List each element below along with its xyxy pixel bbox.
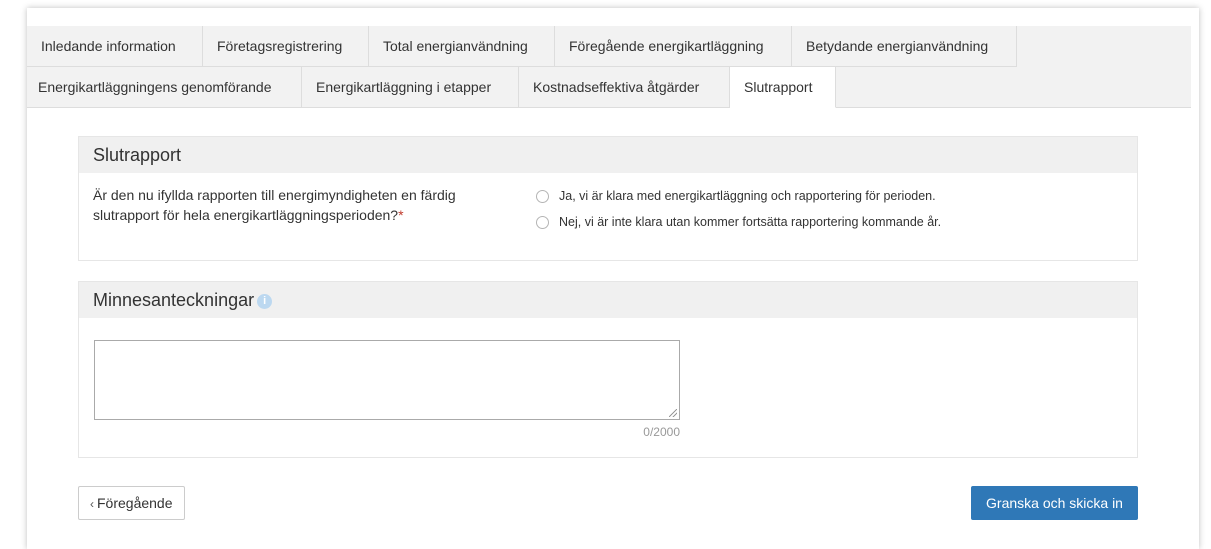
notes-panel: Minnesanteckningar i 0/2000: [78, 281, 1138, 458]
slutrapport-heading: Slutrapport: [79, 137, 1137, 173]
radio-nej[interactable]: [536, 215, 549, 229]
option-nej-label[interactable]: Nej, vi är inte klara utan kommer fortsä…: [559, 215, 941, 229]
previous-button[interactable]: ‹ Föregående: [78, 486, 185, 520]
required-marker: *: [398, 207, 404, 223]
tab-inledande-information[interactable]: Inledande information: [27, 26, 203, 67]
option-nej[interactable]: Nej, vi är inte klara utan kommer fortsä…: [536, 211, 941, 233]
chevron-left-icon: ‹: [90, 497, 94, 511]
slutrapport-question: Är den nu ifyllda rapporten till energim…: [93, 185, 513, 225]
tab-betydande-energianvandning[interactable]: Betydande energianvändning: [792, 26, 1017, 67]
notes-textarea[interactable]: [94, 340, 680, 420]
notes-char-counter: 0/2000: [643, 425, 680, 439]
notes-heading: Minnesanteckningar: [93, 290, 255, 310]
tab-foregaende-energikartlaggning[interactable]: Föregående energikartläggning: [555, 26, 792, 67]
slutrapport-panel: Slutrapport Är den nu ifyllda rapporten …: [78, 136, 1138, 261]
info-icon[interactable]: i: [257, 293, 273, 309]
option-ja[interactable]: Ja, vi är klara med energikartläggning o…: [536, 185, 941, 207]
notes-heading-row: Minnesanteckningar i: [79, 282, 1137, 318]
radio-ja[interactable]: [536, 189, 549, 203]
option-ja-label[interactable]: Ja, vi är klara med energikartläggning o…: [559, 189, 936, 203]
tab-energikartlaggning-i-etapper[interactable]: Energikartläggning i etapper: [302, 67, 519, 108]
tab-row-2: Energikartläggningens genomförande Energ…: [27, 67, 836, 108]
tab-slutrapport[interactable]: Slutrapport: [730, 67, 836, 108]
tab-foretagsregistrering[interactable]: Företagsregistrering: [203, 26, 369, 67]
tab-energikartlaggningens-genomforande[interactable]: Energikartläggningens genomförande: [27, 67, 302, 108]
resize-handle-icon[interactable]: [669, 409, 677, 417]
review-submit-button[interactable]: Granska och skicka in: [971, 486, 1138, 520]
slutrapport-options: Ja, vi är klara med energikartläggning o…: [536, 185, 941, 237]
tab-kostnadseffektiva-atgarder[interactable]: Kostnadseffektiva åtgärder: [519, 67, 730, 108]
tab-total-energianvandning[interactable]: Total energianvändning: [369, 26, 555, 67]
form-frame: Inledande information Företagsregistreri…: [27, 8, 1199, 549]
previous-button-label: Föregående: [97, 495, 173, 511]
tab-row-1: Inledande information Företagsregistreri…: [27, 26, 1017, 67]
